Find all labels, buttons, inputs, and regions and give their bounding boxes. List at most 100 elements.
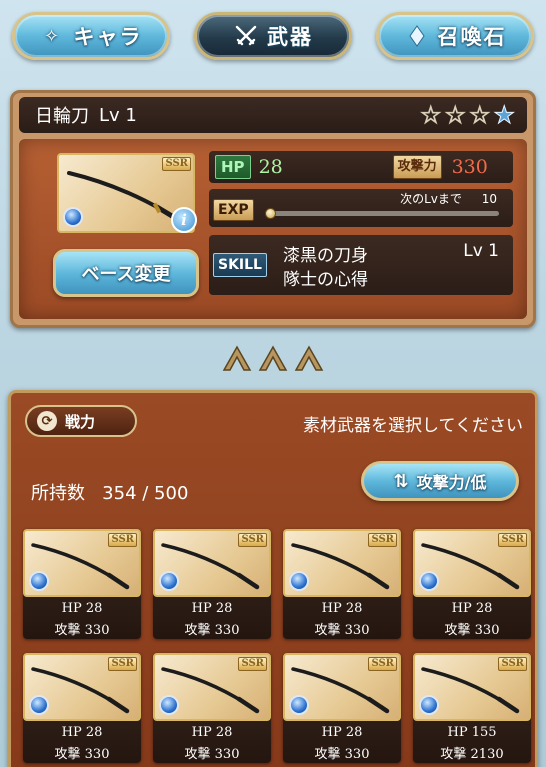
owned-count: 所持数 354 / 500 <box>31 479 188 505</box>
tab-weapon-label: 武器 <box>267 25 313 49</box>
item-attack: 攻撃 330 <box>54 747 110 762</box>
exp-label: EXP <box>213 199 254 221</box>
item-attack: 攻撃 330 <box>444 623 500 638</box>
item-attack: 攻撃 330 <box>54 623 110 638</box>
base-change-label: ベース変更 <box>81 264 171 285</box>
ssr-badge: SSR <box>368 533 397 547</box>
weapon-header: 日輪刀 Lv 1 ☆ ☆ ☆ ★ <box>19 97 527 133</box>
ssr-badge: SSR <box>498 533 527 547</box>
exp-next-value: 10 <box>481 192 497 206</box>
weapon-card: SSR <box>283 529 401 597</box>
exp-bar <box>269 211 499 216</box>
hp-value: 28 <box>258 156 283 178</box>
weapon-item[interactable]: SSR HP 155 攻撃 2130 <box>413 653 531 763</box>
element-orb-icon <box>159 695 179 715</box>
exp-bar-marker <box>265 208 276 219</box>
star-icon: ☆ <box>419 101 442 129</box>
weapon-item[interactable]: SSR HP 28 攻撃 330 <box>23 529 141 639</box>
element-orb-icon <box>419 571 439 591</box>
tab-weapon[interactable]: 武器 <box>194 12 352 60</box>
item-hp: HP 28 <box>451 601 493 616</box>
weapon-card: SSR <box>23 529 141 597</box>
crossed-swords-icon <box>233 23 259 49</box>
chevron-up-icon <box>294 345 324 371</box>
exp-row: EXP 次のLvまで 10 <box>209 189 513 227</box>
weapon-card: SSR <box>413 529 531 597</box>
element-orb-icon <box>289 695 309 715</box>
element-orb-icon <box>29 695 49 715</box>
weapon-item[interactable]: SSR HP 28 攻撃 330 <box>413 529 531 639</box>
instruction-text: 素材武器を選択してください <box>303 416 523 436</box>
refresh-icon: ⟳ <box>37 411 57 431</box>
skill-2-name: 隊士の心得 <box>283 270 368 290</box>
base-change-button[interactable]: ベース変更 <box>53 249 199 297</box>
element-orb-icon <box>289 571 309 591</box>
weapon-grid: SSR HP 28 攻撃 330 SSR HP 28 攻撃 330 SSR HP… <box>23 529 531 763</box>
ssr-badge: SSR <box>368 657 397 671</box>
chevron-up-icon <box>222 345 252 371</box>
tab-chara[interactable]: ✧ キャラ <box>12 12 170 60</box>
ssr-badge: SSR <box>238 533 267 547</box>
owned-label: 所持数 <box>31 483 85 504</box>
skill-label: SKILL <box>213 253 267 277</box>
sort-power-label: 戦力 <box>65 412 96 431</box>
star-filled-icon: ★ <box>493 101 515 129</box>
item-hp: HP 28 <box>191 725 233 740</box>
ssr-badge: SSR <box>238 657 267 671</box>
item-hp: HP 28 <box>61 725 103 740</box>
uncap-stars: ☆ ☆ ☆ ★ <box>419 101 515 129</box>
weapon-card: SSR <box>283 653 401 721</box>
info-icon[interactable]: i <box>171 207 197 233</box>
item-attack: 攻撃 330 <box>314 623 370 638</box>
item-hp: HP 155 <box>447 725 497 740</box>
item-hp: HP 28 <box>61 601 103 616</box>
weapon-card: SSR <box>153 653 271 721</box>
stats-row: HP 28 攻撃力 330 <box>209 151 513 183</box>
item-attack: 攻撃 2130 <box>440 747 504 762</box>
item-attack: 攻撃 330 <box>184 623 240 638</box>
sort-power-button[interactable]: ⟳ 戦力 <box>25 405 137 437</box>
skill-1-level: Lv 1 <box>463 241 499 261</box>
sort-attack-label: 攻撃力/低 <box>416 473 487 492</box>
material-panel: ⟳ 戦力 素材武器を選択してください 所持数 354 / 500 ⇅ 攻撃力/低… <box>8 390 538 767</box>
weapon-item[interactable]: SSR HP 28 攻撃 330 <box>153 529 271 639</box>
sort-arrows-icon: ⇅ <box>393 470 409 492</box>
owned-value: 354 / 500 <box>102 483 189 504</box>
attack-value: 330 <box>451 156 488 178</box>
item-hp: HP 28 <box>321 601 363 616</box>
star-icon: ☆ <box>444 101 466 129</box>
element-orb-icon <box>159 571 179 591</box>
weapon-card: SSR <box>23 653 141 721</box>
tab-summon-label: 召喚石 <box>437 25 507 49</box>
character-emblem-icon: ✧ <box>43 25 62 47</box>
item-attack: 攻撃 330 <box>314 747 370 762</box>
ssr-badge: SSR <box>162 157 191 171</box>
ssr-badge: SSR <box>108 657 137 671</box>
exp-next-label: 次のLvまで <box>400 192 462 206</box>
weapon-level: Lv 1 <box>99 104 137 126</box>
ssr-badge: SSR <box>108 533 137 547</box>
item-hp: HP 28 <box>191 601 233 616</box>
weapon-card: SSR <box>413 653 531 721</box>
weapon-card: SSR <box>153 529 271 597</box>
summon-crystal-icon <box>404 23 430 49</box>
weapon-item[interactable]: SSR HP 28 攻撃 330 <box>283 529 401 639</box>
weapon-item[interactable]: SSR HP 28 攻撃 330 <box>23 653 141 763</box>
weapon-item[interactable]: SSR HP 28 攻撃 330 <box>153 653 271 763</box>
sort-attack-button[interactable]: ⇅ 攻撃力/低 <box>361 461 519 501</box>
skill-1-name: 漆黒の刀身 <box>283 246 368 266</box>
exp-next: 次のLvまで 10 <box>400 190 497 207</box>
tab-chara-label: キャラ <box>73 25 143 49</box>
item-hp: HP 28 <box>321 725 363 740</box>
skill-row: SKILL 漆黒の刀身 Lv 1 隊士の心得 <box>209 235 513 295</box>
weapon-detail-body: SSR i ベース変更 HP 28 攻撃力 330 EXP 次のLvまで 10 … <box>19 139 527 319</box>
hp-label: HP <box>215 155 251 179</box>
element-orb-icon <box>63 207 83 227</box>
star-icon: ☆ <box>468 101 491 129</box>
item-attack: 攻撃 330 <box>184 747 240 762</box>
element-orb-icon <box>29 571 49 591</box>
weapon-item[interactable]: SSR HP 28 攻撃 330 <box>283 653 401 763</box>
weapon-detail-panel: 日輪刀 Lv 1 ☆ ☆ ☆ ★ SSR i ベース変更 HP 28 攻撃力 3… <box>10 90 536 328</box>
tab-summon[interactable]: 召喚石 <box>376 12 534 60</box>
attack-label: 攻撃力 <box>392 155 442 179</box>
